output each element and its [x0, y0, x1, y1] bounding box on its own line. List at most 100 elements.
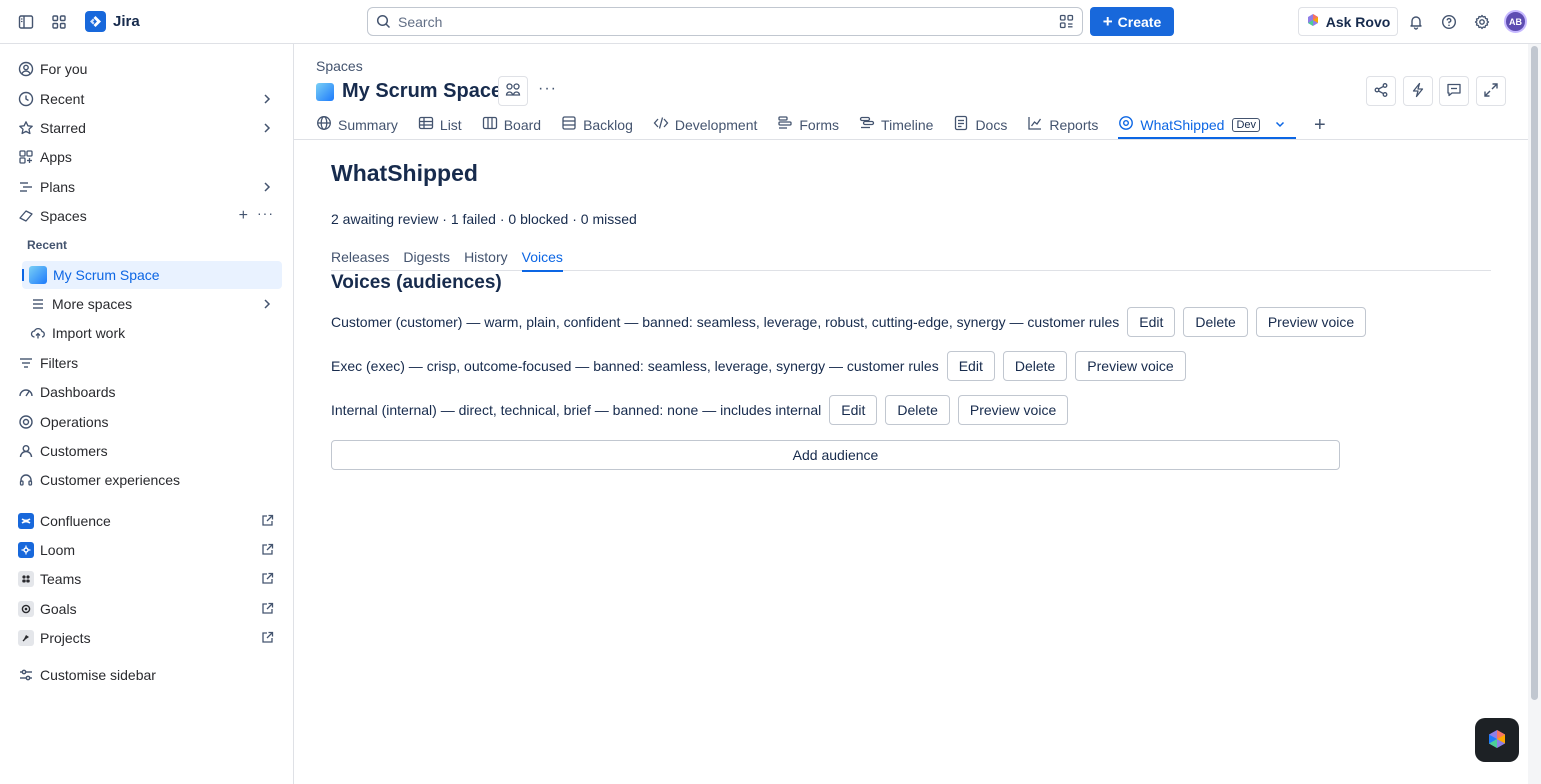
chevron-right-icon[interactable] [260, 180, 274, 197]
external-link-icon[interactable] [261, 514, 274, 530]
sidebar-item-label: Projects [40, 630, 91, 646]
sidebar-item-label: Plans [40, 179, 76, 195]
jira-logo-icon[interactable] [85, 11, 106, 32]
tab-reports[interactable]: Reports [1027, 112, 1098, 137]
notifications-bell-icon[interactable] [1404, 10, 1428, 34]
search-input[interactable]: Search [367, 7, 1083, 36]
sidebar-app-goals[interactable]: Goals [12, 595, 282, 623]
team-members-button[interactable] [498, 76, 528, 106]
share-button[interactable] [1366, 76, 1396, 106]
sidebar-item-label: Confluence [40, 513, 111, 529]
chevron-right-icon[interactable] [260, 121, 274, 138]
sidebar-item-import-work[interactable]: Import work [24, 319, 282, 347]
settings-gear-icon[interactable] [1470, 10, 1494, 34]
sidebar-item-apps[interactable]: Apps [12, 143, 282, 171]
add-tab-button[interactable]: + [1314, 112, 1326, 137]
chevron-right-icon[interactable] [260, 297, 274, 314]
globe-icon [316, 115, 332, 134]
sidebar-item-operations[interactable]: Operations [12, 408, 282, 436]
tab-development[interactable]: Development [653, 112, 757, 137]
external-link-icon[interactable] [261, 631, 274, 647]
headset-icon [12, 472, 40, 488]
tab-backlog[interactable]: Backlog [561, 112, 633, 137]
sidebar-app-confluence[interactable]: Confluence [12, 507, 282, 535]
ask-rovo-button[interactable]: Ask Rovo [1298, 7, 1398, 36]
voice-description: Internal (internal) — direct, technical,… [331, 402, 822, 418]
sidebar-item-recent[interactable]: Recent [12, 85, 282, 113]
subtab-voices[interactable]: Voices [521, 249, 563, 272]
space-title: My Scrum Space [342, 80, 503, 102]
chevron-right-icon[interactable] [260, 92, 274, 109]
sidebar-item-for-you[interactable]: For you [12, 55, 282, 83]
plus-icon: + [1314, 113, 1326, 136]
voice-description: Exec (exec) — crisp, outcome-focused — b… [331, 358, 939, 374]
sidebar-item-customise-sidebar[interactable]: Customise sidebar [12, 661, 282, 689]
tab-docs[interactable]: Docs [953, 112, 1007, 137]
subtab-digests[interactable]: Digests [403, 249, 450, 272]
scrollbar-thumb[interactable] [1531, 46, 1538, 700]
tab-summary[interactable]: Summary [316, 112, 398, 137]
sidebar-item-starred[interactable]: Starred [12, 114, 282, 142]
sidebar-item-customer-experiences[interactable]: Customer experiences [12, 466, 282, 494]
rovo-chat-button[interactable] [1475, 718, 1519, 762]
sidebar-item-plans[interactable]: Plans [12, 173, 282, 201]
app-switcher-icon[interactable] [47, 10, 71, 34]
tab-list[interactable]: List [418, 112, 462, 137]
external-link-icon[interactable] [261, 602, 274, 618]
preview-voice-button[interactable]: Preview voice [1075, 351, 1186, 381]
whatshipped-subtabs: Releases Digests History Voices [331, 249, 563, 272]
app-name[interactable]: Jira [113, 13, 140, 30]
recent-section-heading: Recent [27, 238, 68, 252]
sidebar-item-dashboards[interactable]: Dashboards [12, 378, 282, 406]
tab-whatshipped[interactable]: WhatShipped Dev [1118, 112, 1296, 139]
chevron-down-icon[interactable] [1274, 117, 1286, 133]
sidebar-item-customers[interactable]: Customers [12, 437, 282, 465]
tabs-divider [294, 139, 1528, 140]
create-button[interactable]: + Create [1090, 7, 1174, 36]
edit-button[interactable]: Edit [829, 395, 878, 425]
dev-badge: Dev [1232, 117, 1260, 132]
edit-button[interactable]: Edit [1127, 307, 1176, 337]
page-title: WhatShipped [331, 160, 478, 186]
sidebar-item-spaces[interactable]: Spaces + ··· [12, 202, 282, 230]
sidebar-item-filters[interactable]: Filters [12, 349, 282, 377]
fullscreen-button[interactable] [1476, 76, 1506, 106]
feedback-button[interactable] [1439, 76, 1469, 106]
delete-button[interactable]: Delete [1183, 307, 1248, 337]
preview-voice-button[interactable]: Preview voice [1255, 307, 1367, 337]
delete-button[interactable]: Delete [885, 395, 950, 425]
external-link-icon[interactable] [261, 543, 274, 559]
user-avatar[interactable]: AB [1504, 10, 1527, 33]
edit-button[interactable]: Edit [946, 351, 995, 381]
sidebar-app-teams[interactable]: Teams [12, 565, 282, 593]
preview-voice-button[interactable]: Preview voice [957, 395, 1069, 425]
customers-icon [12, 443, 40, 459]
vertical-scrollbar[interactable] [1528, 44, 1541, 784]
tab-timeline[interactable]: Timeline [859, 112, 933, 137]
subtab-releases[interactable]: Releases [331, 249, 389, 272]
add-space-icon[interactable]: + [239, 207, 248, 225]
external-link-icon[interactable] [261, 572, 274, 588]
help-icon[interactable] [1437, 10, 1461, 34]
dashboard-icon [12, 384, 40, 400]
space-avatar-icon [316, 82, 334, 101]
tab-forms[interactable]: Forms [777, 112, 839, 137]
sidebar-app-loom[interactable]: Loom [12, 536, 282, 564]
sidebar-item-label: Customer experiences [40, 472, 181, 488]
tab-board[interactable]: Board [482, 112, 541, 137]
people-icon [505, 82, 521, 101]
delete-button[interactable]: Delete [1002, 351, 1068, 381]
subtab-history[interactable]: History [464, 249, 508, 272]
automation-button[interactable] [1403, 76, 1433, 106]
list-table-icon [418, 115, 434, 134]
sidebar-item-more-spaces[interactable]: More spaces [24, 290, 282, 318]
more-options-icon[interactable]: ··· [257, 205, 274, 221]
sidebar-toggle-icon[interactable] [14, 10, 38, 34]
sidebar-item-my-scrum-space[interactable]: My Scrum Space [22, 261, 282, 289]
code-icon [653, 115, 669, 134]
add-audience-button[interactable]: Add audience [331, 440, 1340, 470]
more-options-icon[interactable]: ··· [538, 80, 557, 98]
breadcrumb[interactable]: Spaces [316, 58, 363, 74]
sidebar-app-projects[interactable]: Projects [12, 624, 282, 652]
search-filter-icon[interactable] [1059, 14, 1074, 32]
